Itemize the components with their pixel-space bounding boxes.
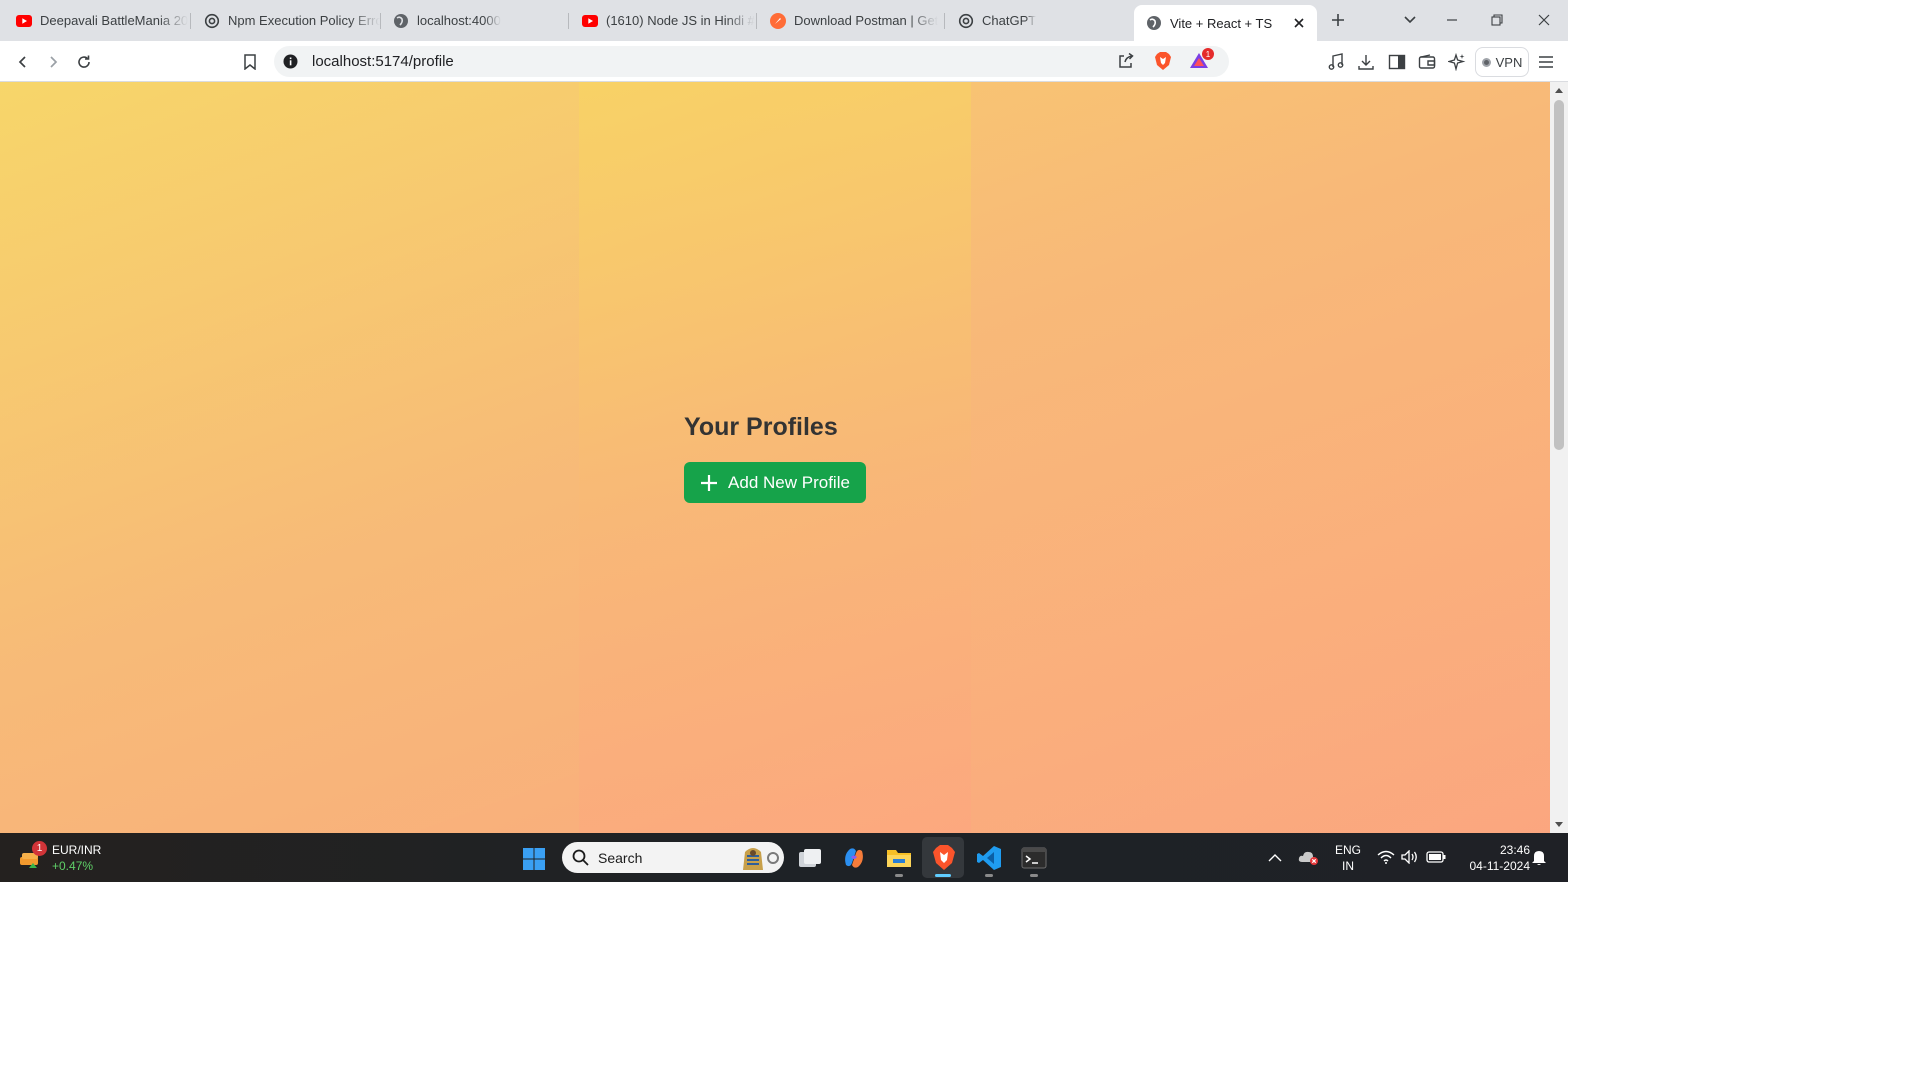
terminal-running-indicator [1030,874,1038,877]
media-icon[interactable] [1325,51,1347,73]
tab-chatgpt[interactable]: ChatGPT [942,0,1132,41]
search-placeholder: Search [598,850,643,866]
plus-icon [701,474,718,491]
windows-start-icon[interactable] [521,846,547,872]
rewards-badge: 1 [1202,48,1214,60]
background-panel-right [971,82,1550,833]
scrollbar-thumb[interactable] [1554,100,1564,450]
youtube-icon [582,13,598,29]
system-clock[interactable]: 23:46 04-11-2024 [1454,842,1531,874]
chevron-up-icon[interactable] [1266,849,1284,865]
tab-title: Download Postman | Get [794,13,939,28]
globe-icon [393,13,409,29]
share-icon[interactable] [1117,52,1135,75]
back-icon[interactable] [12,51,34,73]
tab-title: Npm Execution Policy Erro [228,13,380,28]
chatgpt-icon [958,13,974,29]
tab-localhost-4000[interactable]: localhost:4000 [377,0,567,41]
page-viewport: Your Profiles Add New Profile [0,82,1550,833]
tab-npm-policy[interactable]: Npm Execution Policy Erro [188,0,380,41]
site-info-icon[interactable] [283,54,298,74]
tab-title: ChatGPT [982,13,1037,28]
language-line2: IN [1342,859,1354,873]
vpn-label: VPN [1495,54,1523,70]
scroll-up-arrow-icon[interactable] [1555,88,1563,93]
bookmark-icon[interactable] [239,51,261,73]
tab-title: Deepavali BattleMania 20 [40,13,189,28]
background-panel-left [0,82,579,833]
tab-nodejs-hindi[interactable]: (1610) Node JS in Hindi # [566,0,756,41]
currency-change: +0.47% [52,859,94,873]
brave-browser-icon[interactable] [930,843,958,871]
chatgpt-icon [204,13,220,29]
wifi-icon[interactable] [1376,849,1396,865]
browser-toolbar: localhost:5174/profile 1 VPN [0,41,1568,82]
add-new-profile-label: Add New Profile [728,472,850,492]
taskbar-search-box[interactable]: Search [562,842,784,873]
postman-icon [770,12,786,29]
page-scrollbar[interactable] [1550,82,1568,833]
vpn-status-icon [1481,57,1491,67]
clock-date: 04-11-2024 [1469,859,1531,873]
terminal-icon[interactable] [1020,845,1048,871]
sidebar-icon[interactable] [1386,51,1408,73]
url-text: localhost:5174/profile [312,53,454,70]
wallet-icon[interactable] [1416,51,1438,73]
address-bar[interactable]: localhost:5174/profile 1 [274,46,1229,77]
tab-search-chevron-icon[interactable] [1400,10,1420,30]
globe-icon [1146,15,1162,31]
search-highlight-icon [737,844,781,876]
close-window-icon[interactable] [1534,10,1554,30]
market-widget[interactable]: EUR/INR +0.47% [52,842,101,874]
clock-time: 23:46 [1499,843,1530,857]
language-indicator[interactable]: ENG IN [1330,842,1366,874]
tab-title: Vite + React + TS [1170,15,1273,31]
close-tab-icon[interactable] [1291,15,1307,31]
minimize-icon[interactable] [1442,10,1462,30]
forward-icon[interactable] [42,51,64,73]
widget-badge: 1 [32,841,47,856]
scroll-down-arrow-icon[interactable] [1555,822,1563,827]
currency-pair: EUR/INR [52,843,102,857]
youtube-icon [16,13,32,29]
windows-taskbar: 1 EUR/INR +0.47% Search ENG IN 23:46 04-… [0,833,1568,882]
language-line1: ENG [1334,843,1361,857]
notification-bell-icon[interactable] [1530,848,1548,866]
new-tab-icon[interactable] [1328,10,1348,30]
page-title: Your Profiles [684,413,838,441]
battery-icon[interactable] [1425,849,1447,865]
file-explorer-icon[interactable] [885,844,913,872]
tab-title: (1610) Node JS in Hindi # [606,13,755,28]
leo-ai-icon[interactable] [1446,51,1468,73]
background-panel-center [579,82,971,833]
volume-icon[interactable] [1400,849,1420,865]
tab-title: localhost:4000 [417,13,501,28]
tab-vite-react[interactable]: Vite + React + TS [1134,5,1317,41]
browser-tab-strip: Deepavali BattleMania 20 Npm Execution P… [0,0,1568,41]
onedrive-error-icon[interactable] [1298,848,1320,866]
explorer-running-indicator [895,874,903,877]
tab-deepavali[interactable]: Deepavali BattleMania 20 [0,0,190,41]
restore-icon[interactable] [1487,10,1507,30]
search-icon [572,849,589,871]
add-new-profile-button[interactable]: Add New Profile [684,462,866,503]
vscode-running-indicator [985,874,993,877]
brave-shields-icon[interactable] [1154,51,1172,76]
vpn-button[interactable]: VPN [1475,47,1529,77]
tab-postman[interactable]: Download Postman | Get [754,0,944,41]
task-view-icon[interactable] [796,845,824,871]
brave-running-indicator [935,874,951,877]
download-icon[interactable] [1355,51,1377,73]
reload-icon[interactable] [73,51,95,73]
menu-icon[interactable] [1535,51,1557,73]
copilot-icon[interactable] [840,844,868,872]
vscode-icon[interactable] [975,844,1003,872]
